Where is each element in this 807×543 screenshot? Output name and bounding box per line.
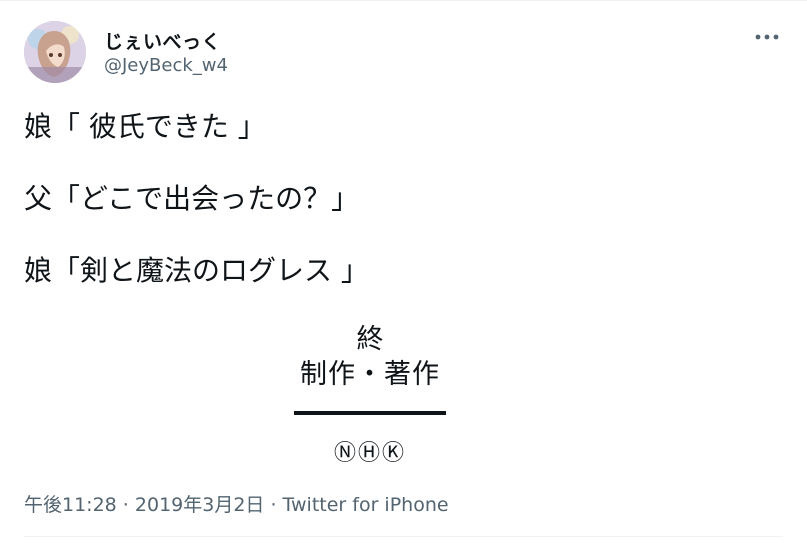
tweet-date[interactable]: 2019年3月2日 — [135, 494, 265, 516]
avatar-image — [24, 21, 86, 83]
credits-block: 終 制作・著作 ⓃⒽⓀ — [260, 323, 480, 467]
more-horizontal-icon[interactable] — [753, 27, 781, 47]
credit-end-text: 終 — [356, 324, 384, 355]
credit-logo: ⓃⒽⓀ — [333, 441, 406, 466]
divider — [24, 536, 783, 537]
avatar[interactable] — [24, 21, 86, 83]
tweet-card: じぇいべっく @JeyBeck_w4 娘「 彼氏できた 」 父「どこで出会ったの… — [0, 0, 807, 543]
user-handle[interactable]: @JeyBeck_w4 — [104, 55, 228, 76]
meta-separator: · — [264, 494, 283, 516]
meta-separator: · — [116, 494, 135, 516]
tweet-line-2: 父「どこで出会ったの？」 — [24, 182, 360, 215]
credit-divider — [294, 411, 446, 415]
tweet-source[interactable]: Twitter for iPhone — [283, 494, 449, 516]
tweet-time[interactable]: 午後11:28 — [24, 494, 117, 516]
tweet-line-3: 娘「剣と魔法のログレス 」 — [24, 254, 369, 287]
tweet-line-1: 娘「 彼氏できた 」 — [24, 110, 266, 143]
display-name[interactable]: じぇいべっく — [104, 27, 221, 54]
tweet-text: 娘「 彼氏できた 」 父「どこで出会ったの？」 娘「剣と魔法のログレス 」 — [24, 109, 784, 289]
credit-production-text: 制作・著作 — [300, 359, 440, 390]
tweet-metadata: 午後11:28 · 2019年3月2日 · Twitter for iPhone — [24, 490, 449, 517]
